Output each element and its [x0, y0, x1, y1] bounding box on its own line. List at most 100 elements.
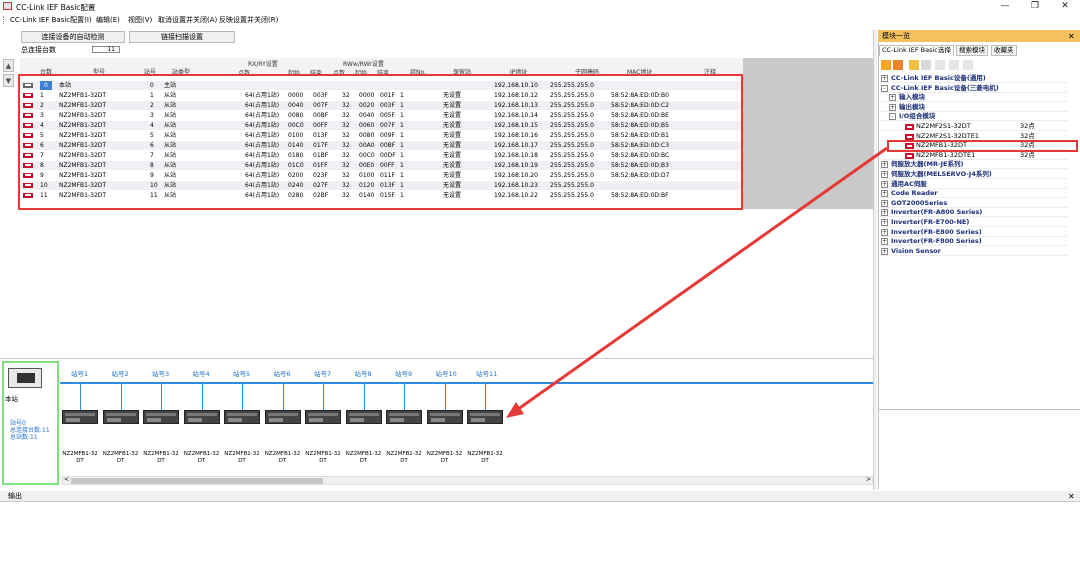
- station-label: 站号4: [192, 370, 210, 378]
- highlight-box-grid: [18, 74, 743, 210]
- horizontal-scrollbar[interactable]: [62, 476, 873, 485]
- output-panel: [0, 491, 1080, 586]
- sort-icon[interactable]: [881, 60, 891, 70]
- tree-node-label[interactable]: CC-Link IEF Basic设备(三菱电机): [891, 84, 999, 93]
- maximize-button[interactable]: ❐: [1020, 0, 1050, 13]
- menu-item-edit[interactable]: 编辑(E): [94, 15, 122, 25]
- link-scan-button[interactable]: 链接扫描设置: [129, 31, 235, 43]
- tree-node-label[interactable]: CC-Link IEF Basic设备(通用): [891, 74, 986, 83]
- slave-device-icon[interactable]: [386, 410, 422, 424]
- scroll-left-icon[interactable]: <: [64, 476, 69, 483]
- collapse-node-icon[interactable]: -: [889, 113, 896, 121]
- slave-device-icon[interactable]: [102, 410, 139, 424]
- tree-node-label[interactable]: Inverter(FR-E700-NE): [891, 218, 969, 227]
- module-icon: [905, 133, 914, 140]
- station-label: 站号9: [395, 370, 413, 378]
- expand-node-icon[interactable]: +: [881, 199, 888, 207]
- device-name: NZ2MFB1-32 DT: [345, 451, 382, 464]
- tree-node-label[interactable]: Vision Sensor: [891, 247, 941, 256]
- collapse-icon[interactable]: [921, 60, 931, 70]
- slave-device-icon[interactable]: [183, 410, 220, 424]
- tree-node-label[interactable]: 伺服放大器(MR-JE系列): [891, 160, 963, 169]
- tree-node-label[interactable]: NZ2MF2S1-32DT: [916, 122, 971, 131]
- slave-device-icon[interactable]: [305, 410, 341, 424]
- menu-item-view[interactable]: 视图(V): [126, 15, 154, 25]
- scroll-up-icon[interactable]: ▲: [3, 59, 14, 72]
- menu-item-cancel-close[interactable]: 取消设置并关闭(A): [156, 15, 219, 25]
- splitter[interactable]: [873, 30, 877, 490]
- total-count-label: 总连接台数: [21, 46, 56, 54]
- expand-node-icon[interactable]: +: [881, 238, 888, 246]
- slave-device-icon[interactable]: [224, 410, 260, 424]
- filter-icon[interactable]: [893, 60, 903, 70]
- expand-node-icon[interactable]: +: [881, 228, 888, 236]
- module-points: 32点: [1020, 122, 1035, 130]
- expand-node-icon[interactable]: +: [881, 190, 888, 198]
- slave-device-icon[interactable]: [62, 410, 98, 424]
- scroll-right-icon[interactable]: >: [866, 476, 873, 485]
- station-connector: [323, 384, 324, 411]
- expand-node-icon[interactable]: +: [889, 94, 896, 102]
- tree-node-label[interactable]: 输出模块: [899, 103, 925, 112]
- expand-node-icon[interactable]: +: [881, 161, 888, 169]
- app-icon: [3, 2, 12, 10]
- slave-device-icon[interactable]: [345, 410, 382, 424]
- device-name: NZ2MFB1-32 DT: [224, 451, 260, 464]
- tree-node-label[interactable]: 通用AC伺服: [891, 180, 927, 189]
- slave-device-icon[interactable]: [143, 410, 179, 424]
- remove-icon[interactable]: [949, 60, 959, 70]
- tab-ief-select[interactable]: CC-Link IEF Basic选择: [879, 45, 954, 56]
- master-info-total: 总连接台数:11: [10, 427, 50, 434]
- tab-favorites[interactable]: 收藏夹: [991, 45, 1017, 56]
- slave-device-icon[interactable]: [264, 410, 301, 424]
- device-name: NZ2MFB1-32 DT: [305, 451, 341, 464]
- collapse-node-icon[interactable]: -: [881, 84, 888, 92]
- expand-node-icon[interactable]: +: [881, 171, 888, 178]
- expand-node-icon[interactable]: +: [881, 180, 888, 188]
- tree-node-label[interactable]: NZ2MFB1-32DTE1: [916, 151, 975, 160]
- window-title: CC-Link IEF Basic配置: [16, 3, 96, 12]
- expand-node-icon[interactable]: +: [881, 75, 888, 82]
- tab-search-module[interactable]: 搜索模块: [956, 45, 988, 56]
- tree-node-label[interactable]: Inverter(FR-E800 Series): [891, 228, 982, 237]
- title-bar: CC-Link IEF Basic配置 — ❐ ✕: [0, 0, 1080, 13]
- device-name: NZ2MFB1-32 DT: [183, 451, 220, 464]
- tree-node-label[interactable]: I/O组合模块: [899, 112, 935, 121]
- expand-node-icon[interactable]: +: [881, 219, 888, 226]
- close-button[interactable]: ✕: [1050, 0, 1080, 13]
- expand-node-icon[interactable]: +: [881, 247, 888, 255]
- device-name: NZ2MFB1-32 DT: [426, 451, 463, 464]
- station-connector: [161, 384, 162, 411]
- master-label: 本站: [5, 395, 18, 403]
- scroll-thumb[interactable]: [71, 478, 323, 484]
- tree-node-label[interactable]: Code Reader: [891, 189, 938, 198]
- panel-close-icon[interactable]: ✕: [1068, 32, 1075, 41]
- tree-node-label[interactable]: Inverter(FR-A800 Series): [891, 208, 982, 217]
- expand-icon[interactable]: [909, 60, 919, 70]
- tree-node-label[interactable]: GOT2000Series: [891, 199, 947, 208]
- autodetect-button[interactable]: 连接设备的自动检测: [21, 31, 125, 43]
- station-label: 站号2: [111, 370, 129, 378]
- module-panel-title: 模块一览: [878, 30, 1080, 42]
- station-label: 站号11: [476, 370, 498, 378]
- tree-node-label[interactable]: Inverter(FR-F800 Series): [891, 237, 982, 246]
- expand-node-icon[interactable]: +: [881, 209, 888, 217]
- add-favorite-icon[interactable]: [935, 60, 945, 70]
- minimize-button[interactable]: —: [990, 0, 1020, 13]
- slave-device-icon[interactable]: [426, 410, 463, 424]
- expand-node-icon[interactable]: +: [889, 103, 896, 111]
- master-station[interactable]: 本站 站号0 总连接台数:11 总站数:11: [2, 361, 59, 485]
- device-name: NZ2MFB1-32 DT: [386, 451, 422, 464]
- station-connector: [201, 384, 203, 411]
- menu-item-apply-close[interactable]: 反映设置并关闭(R): [217, 15, 280, 25]
- slave-device-icon[interactable]: [467, 410, 503, 424]
- network-bus-line: [60, 382, 873, 384]
- scroll-down-icon[interactable]: ▼: [3, 74, 14, 87]
- station-label: 站号5: [233, 370, 251, 378]
- tree-node-label[interactable]: 伺服放大器(MELSERVO-J4系列): [891, 170, 992, 179]
- menu-item-config[interactable]: CC-Link IEF Basic配置(I): [8, 15, 94, 25]
- output-close-icon[interactable]: ✕: [1068, 492, 1075, 501]
- tree-node-label[interactable]: 输入模块: [899, 93, 925, 102]
- delete-icon[interactable]: [963, 60, 973, 70]
- station-connector: [363, 384, 365, 411]
